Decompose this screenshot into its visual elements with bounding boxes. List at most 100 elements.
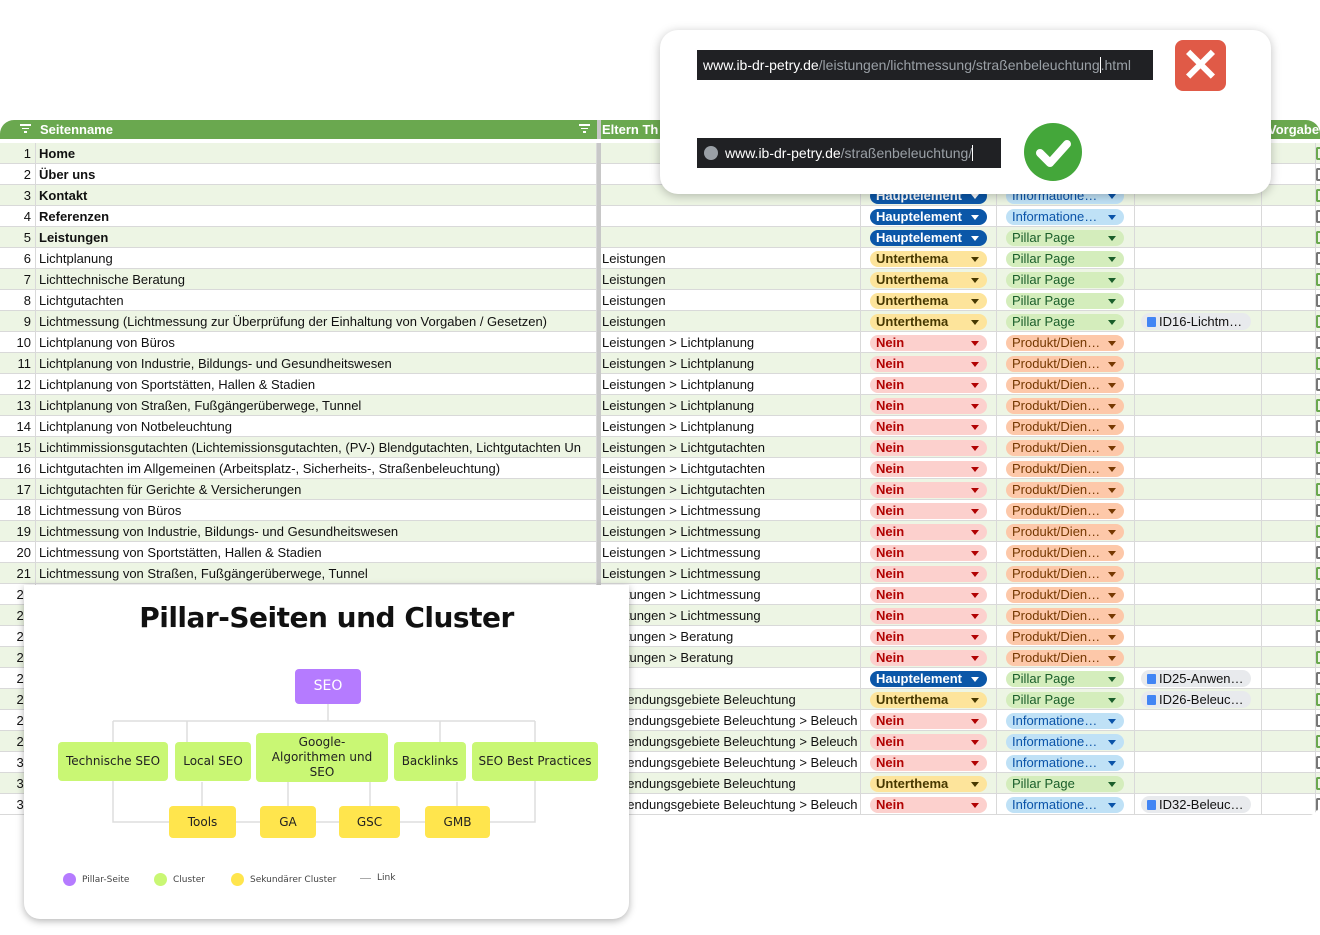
checkbox[interactable] xyxy=(1316,735,1320,748)
cell-eltern[interactable]: Leistungen > Lichtmessung xyxy=(601,521,861,542)
cell-seitenname[interactable]: Lichtmessung (Lichtmessung zur Überprüfu… xyxy=(36,311,597,332)
cell-typ[interactable]: Nein xyxy=(861,353,997,374)
checkbox[interactable] xyxy=(1316,378,1320,391)
dropdown-chip[interactable]: Nein xyxy=(870,713,987,729)
cell-vorgabe[interactable] xyxy=(1262,458,1316,479)
cell-vorgabe[interactable] xyxy=(1262,521,1316,542)
cell-vorgabe[interactable] xyxy=(1262,500,1316,521)
cell-seitenname[interactable]: Lichttechnische Beratung xyxy=(36,269,597,290)
cell-typ[interactable]: Nein xyxy=(861,752,997,773)
dropdown-chip[interactable]: Produkt/Dien… xyxy=(1006,377,1124,393)
dropdown-chip[interactable]: Produkt/Dien… xyxy=(1006,650,1124,666)
cell-eltern[interactable]: Leistungen > Beratung xyxy=(601,647,861,668)
cell-typ[interactable]: Nein xyxy=(861,626,997,647)
cell-vorgabe[interactable] xyxy=(1262,710,1316,731)
cell-seitenname[interactable]: Lichtplanung von Straßen, Fußgängerüberw… xyxy=(36,395,597,416)
dropdown-chip[interactable]: Pillar Page xyxy=(1006,293,1124,309)
cell-id[interactable] xyxy=(1135,710,1262,731)
cell-typ[interactable]: Unterthema xyxy=(861,311,997,332)
row-number[interactable]: 13 xyxy=(0,395,36,416)
cell-typ[interactable]: Nein xyxy=(861,563,997,584)
cell-page-type[interactable]: Pillar Page xyxy=(997,668,1135,689)
cell-eltern[interactable] xyxy=(601,227,861,248)
cell-eltern[interactable]: Leistungen xyxy=(601,311,861,332)
cell-vorgabe[interactable] xyxy=(1262,668,1316,689)
cell-typ[interactable]: Unterthema xyxy=(861,689,997,710)
dropdown-chip[interactable]: Nein xyxy=(870,482,987,498)
cell-id[interactable] xyxy=(1135,416,1262,437)
cell-page-type[interactable]: Pillar Page xyxy=(997,248,1135,269)
dropdown-chip[interactable]: Produkt/Dien… xyxy=(1006,545,1124,561)
dropdown-chip[interactable]: Informatione… xyxy=(1006,734,1124,750)
dropdown-chip[interactable]: Nein xyxy=(870,377,987,393)
dropdown-chip[interactable]: Nein xyxy=(870,503,987,519)
row-number[interactable]: 5 xyxy=(0,227,36,248)
cell-typ[interactable]: Nein xyxy=(861,794,997,815)
cell-typ[interactable]: Unterthema xyxy=(861,290,997,311)
dropdown-chip[interactable]: Hauptelement xyxy=(870,209,987,225)
cell-id[interactable] xyxy=(1135,332,1262,353)
cell-id[interactable] xyxy=(1135,458,1262,479)
cell-eltern[interactable]: Leistungen > Lichtgutachten xyxy=(601,458,861,479)
cell-eltern[interactable]: Leistungen > Lichtplanung xyxy=(601,395,861,416)
cell-typ[interactable]: Nein xyxy=(861,374,997,395)
cell-page-type[interactable]: Pillar Page xyxy=(997,269,1135,290)
dropdown-chip[interactable]: Produkt/Dien… xyxy=(1006,608,1124,624)
cell-vorgabe[interactable] xyxy=(1262,353,1316,374)
header-vorgabe[interactable]: Vorgabe xyxy=(1268,122,1319,137)
cell-page-type[interactable]: Pillar Page xyxy=(997,773,1135,794)
cell-id[interactable]: ID25-Anwen… xyxy=(1135,668,1262,689)
checkbox[interactable] xyxy=(1316,294,1320,307)
checkbox[interactable] xyxy=(1316,441,1320,454)
dropdown-chip[interactable]: Nein xyxy=(870,755,987,771)
dropdown-chip[interactable]: Produkt/Dien… xyxy=(1006,419,1124,435)
cell-typ[interactable]: Nein xyxy=(861,710,997,731)
cell-eltern[interactable]: Anwendungsgebiete Beleuchtung > Beleuch xyxy=(601,752,861,773)
dropdown-chip[interactable]: Informatione… xyxy=(1006,713,1124,729)
cell-id[interactable] xyxy=(1135,374,1262,395)
cell-eltern[interactable]: Anwendungsgebiete Beleuchtung > Beleuch xyxy=(601,710,861,731)
cell-seitenname[interactable]: Lichtgutachten für Gerichte & Versicheru… xyxy=(36,479,597,500)
dropdown-chip[interactable]: Nein xyxy=(870,629,987,645)
checkbox[interactable] xyxy=(1316,399,1320,412)
cell-id[interactable] xyxy=(1135,731,1262,752)
cell-eltern[interactable]: Anwendungsgebiete Beleuchtung xyxy=(601,773,861,794)
cell-page-type[interactable]: Pillar Page xyxy=(997,311,1135,332)
checkbox[interactable] xyxy=(1316,798,1320,811)
cell-typ[interactable]: Nein xyxy=(861,521,997,542)
checkbox[interactable] xyxy=(1316,525,1320,538)
cell-page-type[interactable]: Produkt/Dien… xyxy=(997,521,1135,542)
cell-typ[interactable]: Nein xyxy=(861,584,997,605)
dropdown-chip[interactable]: Nein xyxy=(870,335,987,351)
checkbox[interactable] xyxy=(1316,315,1320,328)
cell-vorgabe[interactable] xyxy=(1262,584,1316,605)
cell-vorgabe[interactable] xyxy=(1262,794,1316,815)
cell-typ[interactable]: Nein xyxy=(861,332,997,353)
cell-vorgabe[interactable] xyxy=(1262,290,1316,311)
dropdown-chip[interactable]: Nein xyxy=(870,356,987,372)
header-seitenname[interactable]: Seitenname xyxy=(40,122,113,137)
dropdown-chip[interactable]: Pillar Page xyxy=(1006,251,1124,267)
cell-id[interactable] xyxy=(1135,353,1262,374)
row-number[interactable]: 2 xyxy=(0,164,36,185)
checkbox[interactable] xyxy=(1316,462,1320,475)
cell-id[interactable] xyxy=(1135,584,1262,605)
cell-vorgabe[interactable] xyxy=(1262,647,1316,668)
dropdown-chip[interactable]: Pillar Page xyxy=(1006,671,1124,687)
cell-eltern[interactable]: Anwendungsgebiete Beleuchtung > Beleuch xyxy=(601,731,861,752)
cell-eltern[interactable]: Leistungen > Lichtplanung xyxy=(601,416,861,437)
cell-typ[interactable]: Nein xyxy=(861,479,997,500)
dropdown-chip[interactable]: Hauptelement xyxy=(870,671,987,687)
cell-id[interactable] xyxy=(1135,269,1262,290)
filter-icon[interactable] xyxy=(19,124,31,134)
cell-eltern[interactable]: Leistungen > Lichtmessung xyxy=(601,500,861,521)
dropdown-chip[interactable]: Unterthema xyxy=(870,251,987,267)
row-number[interactable]: 7 xyxy=(0,269,36,290)
cell-eltern[interactable] xyxy=(601,206,861,227)
cell-seitenname[interactable]: Lichtplanung von Notbeleuchtung xyxy=(36,416,597,437)
checkbox[interactable] xyxy=(1316,756,1320,769)
checkbox[interactable] xyxy=(1316,210,1320,223)
checkbox[interactable] xyxy=(1316,357,1320,370)
cell-eltern[interactable]: Leistungen xyxy=(601,290,861,311)
cell-page-type[interactable]: Informatione… xyxy=(997,710,1135,731)
